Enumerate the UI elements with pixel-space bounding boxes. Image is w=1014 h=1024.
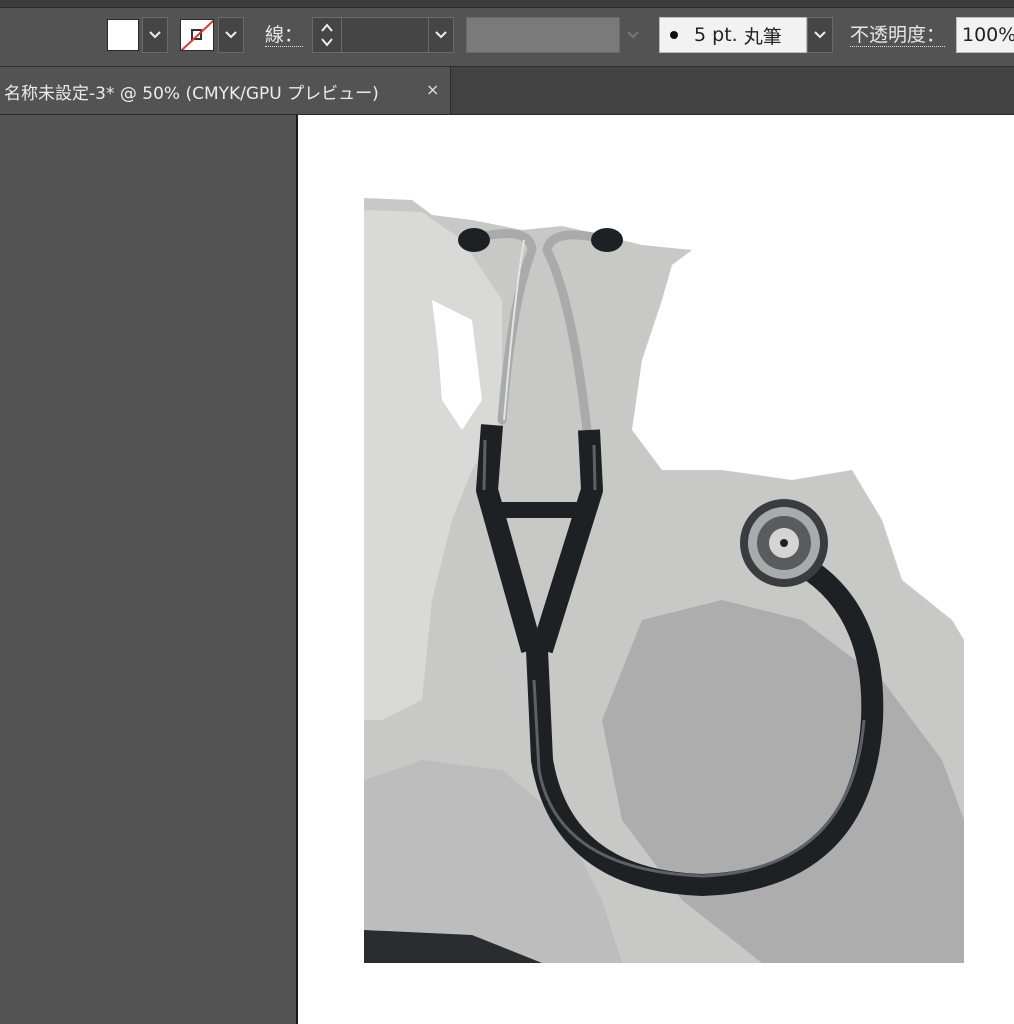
control-bar: 線： 5 pt. 丸筆 不透明度： 100% [0,8,1014,67]
chevron-down-icon [225,31,237,39]
pasteboard[interactable] [0,115,296,1024]
document-tab[interactable]: 名称未設定-3* @ 50% (CMYK/GPU プレビュー) × [0,67,451,114]
tube-highlight-right [592,444,597,491]
artboard[interactable] [296,115,1014,1024]
up-down-spinner-icon [321,23,333,47]
brush-name: 丸筆 [743,25,782,48]
document-tab-title: 名称未設定-3* @ 50% (CMYK/GPU プレビュー) [4,84,379,104]
stroke-weight-dropdown[interactable] [428,17,454,53]
none-slash-icon [181,20,213,50]
fill-color-swatch[interactable] [107,19,139,51]
chevron-down-icon [149,31,161,39]
stroke-dropdown-button[interactable] [218,17,244,53]
chevron-down-icon [814,31,826,39]
brush-dropdown-button[interactable] [807,17,833,53]
brush-size: 5 pt. [694,24,738,46]
chevron-down-icon [627,31,639,39]
variable-width-profile[interactable] [466,17,620,53]
close-icon[interactable]: × [426,80,439,99]
opacity-label[interactable]: 不透明度： [850,17,946,53]
fill-dropdown-button[interactable] [142,17,168,53]
chevron-down-icon [435,31,447,39]
tube-highlight-left [482,439,487,491]
ear-tip-left [458,228,490,252]
ear-tip-right [591,228,623,252]
chestpiece-dot [780,539,788,547]
stethoscope-artwork[interactable] [298,115,1014,1024]
round-brush-dot-icon [670,31,678,39]
stroke-weight-input[interactable] [341,17,429,53]
menu-bar-edge [0,0,1014,8]
opacity-input[interactable]: 100% [956,17,1014,53]
stroke-color-swatch[interactable] [180,19,214,51]
stroke-label[interactable]: 線： [265,17,304,53]
profile-dropdown-button[interactable] [620,17,646,53]
stroke-weight-spinner[interactable] [312,17,342,53]
brush-definition-field[interactable]: 5 pt. 丸筆 [659,17,807,53]
document-tab-bar: 名称未設定-3* @ 50% (CMYK/GPU プレビュー) × [0,67,1014,115]
